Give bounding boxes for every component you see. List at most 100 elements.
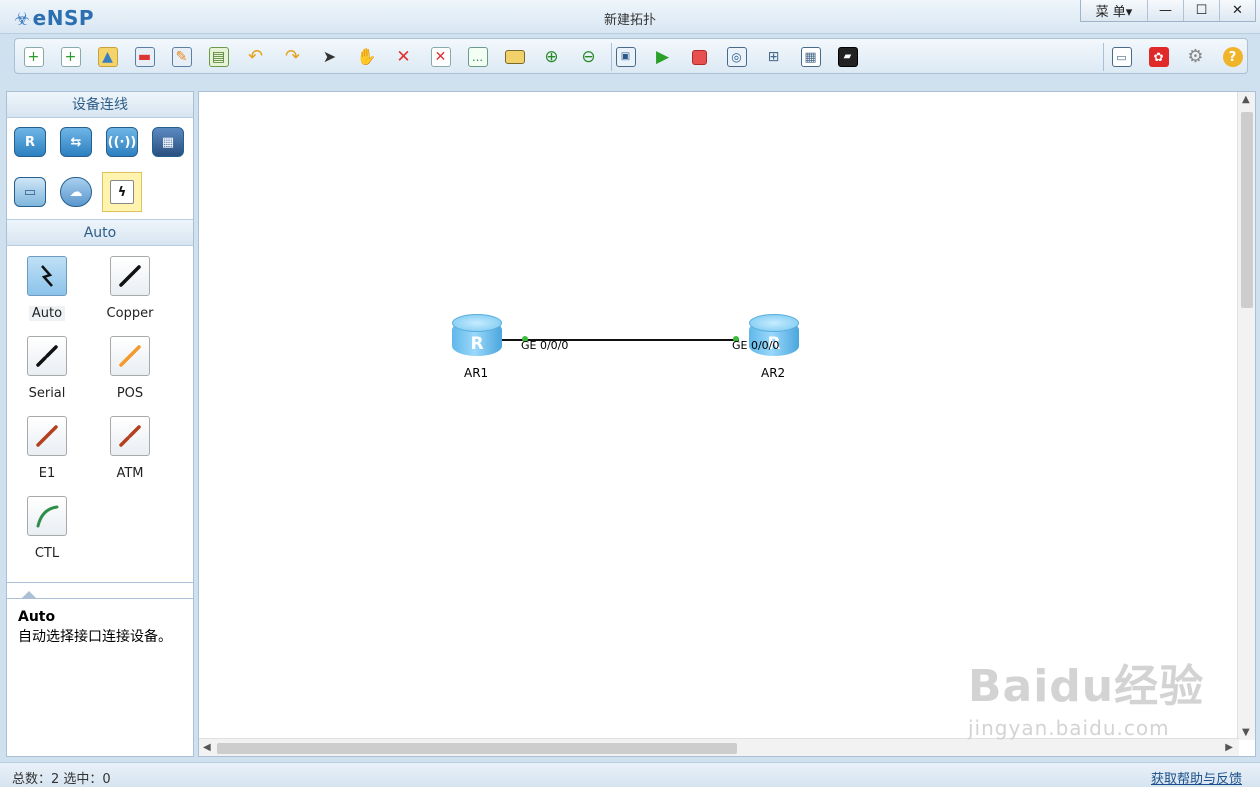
router-icon: R <box>14 127 46 157</box>
toolbar-button-cli[interactable]: ▰ <box>829 42 866 72</box>
toolbar-button-new-topology[interactable]: + <box>15 42 52 72</box>
print-icon: ▤ <box>208 47 229 67</box>
cable-label-atm: ATM <box>116 466 144 481</box>
toolbar-button-zoom-out[interactable]: ⊖ <box>570 42 607 72</box>
title-bar: ☣ eNSP 新建拓扑 菜 单▾ — ☐ ✕ <box>0 0 1260 34</box>
huawei-icon: ✿ <box>1148 47 1169 67</box>
cable-box-atm <box>110 416 150 456</box>
connection-icon: ϟ <box>110 180 134 204</box>
toolbar-button-huawei[interactable]: ✿ <box>1140 42 1177 72</box>
cable-atm[interactable]: ATM <box>90 416 170 481</box>
device-wlan[interactable]: ((·)) <box>102 122 142 162</box>
main-toolbar: + + ▲ ▬ ✎ ▤ ↶ ↷ ➤ ✋ ✕ ✕ … ⊕ ⊖ ▣ ▶ ◎ ⊞ ▦ … <box>14 38 1248 74</box>
device-firewall[interactable]: ▦ <box>148 122 188 162</box>
pan-hand-icon: ✋ <box>356 47 377 66</box>
cable-ctl[interactable]: CTL <box>7 496 87 561</box>
toolbar-button-stop-device[interactable] <box>681 42 718 72</box>
toolbar-button-chat[interactable]: ▭ <box>1103 42 1140 72</box>
horizontal-scrollbar[interactable]: ◀ ▶ <box>199 738 1239 756</box>
toolbar-button-select[interactable]: ➤ <box>311 42 348 72</box>
cable-label-ctl: CTL <box>34 546 60 561</box>
copper-cable-icon <box>119 265 141 287</box>
scroll-down-icon[interactable]: ▼ <box>1242 727 1250 738</box>
new-example-icon: + <box>60 47 81 67</box>
horizontal-scroll-thumb[interactable] <box>217 743 737 754</box>
scroll-left-icon[interactable]: ◀ <box>203 742 211 753</box>
wlan-icon: ((·)) <box>106 127 138 157</box>
redo-icon: ↷ <box>284 46 301 67</box>
router-ar2[interactable]: R <box>749 314 799 360</box>
cable-copper[interactable]: Copper <box>90 256 170 321</box>
watermark: Baidu经验 jingyan.baidu.com <box>968 650 1204 740</box>
topology-icon: ⊞ <box>767 49 780 65</box>
zoom-in-icon: ⊕ <box>544 46 559 67</box>
device-router[interactable]: R <box>10 122 50 162</box>
toolbar-button-undo[interactable]: ↶ <box>237 42 274 72</box>
device-switch[interactable]: ⇆ <box>56 122 96 162</box>
toolbar-button-open[interactable]: ▲ <box>89 42 126 72</box>
toolbar-button-start-device[interactable]: ▶ <box>644 42 681 72</box>
save-as-icon: ✎ <box>171 47 192 67</box>
text-note-icon: … <box>467 47 488 67</box>
help-feedback-link[interactable]: 获取帮助与反馈 <box>1151 768 1242 787</box>
cable-e1[interactable]: E1 <box>7 416 87 481</box>
toolbar-button-delete-links[interactable]: ✕ <box>422 42 459 72</box>
status-counts: 总数：2 选中：0 <box>12 772 111 787</box>
device-grid: R ⇆ ((·)) ▦ ▭ ☁ ϟ <box>7 118 193 220</box>
toolbar-button-grid[interactable]: ▦ <box>792 42 829 72</box>
vertical-scroll-thumb[interactable] <box>1241 112 1253 308</box>
cable-label-auto: Auto <box>28 306 66 321</box>
cable-box-pos <box>110 336 150 376</box>
toolbar-button-new-example[interactable]: + <box>52 42 89 72</box>
scroll-up-icon[interactable]: ▲ <box>1242 94 1250 105</box>
menu-button[interactable]: 菜 单▾ <box>1081 0 1147 21</box>
cable-box-auto <box>27 256 67 296</box>
toolbar-button-rectangle[interactable] <box>496 42 533 72</box>
window-title: 新建拓扑 <box>603 13 656 28</box>
e1-cable-icon <box>36 425 58 447</box>
toolbar-button-settings[interactable]: ⚙ <box>1177 42 1214 72</box>
toolbar-button-capture[interactable]: ◎ <box>718 42 755 72</box>
fit-window-icon: ▣ <box>615 47 636 67</box>
cable-label-e1: E1 <box>38 466 56 481</box>
cable-auto[interactable]: Auto <box>7 256 87 321</box>
cable-label-copper: Copper <box>106 306 154 321</box>
device-cloud[interactable]: ☁ <box>56 172 96 212</box>
toolbar-button-save-as[interactable]: ✎ <box>163 42 200 72</box>
description-title: Auto <box>18 609 56 625</box>
toolbar-button-pan[interactable]: ✋ <box>348 42 385 72</box>
atm-cable-icon <box>119 425 141 447</box>
cable-section-header: Auto <box>7 220 193 246</box>
device-connection[interactable]: ϟ <box>102 172 142 212</box>
rectangle-icon <box>504 50 525 64</box>
toolbar-button-delete[interactable]: ✕ <box>385 42 422 72</box>
cable-pos[interactable]: POS <box>90 336 170 401</box>
select-icon: ➤ <box>322 47 337 66</box>
open-icon: ▲ <box>97 47 118 67</box>
close-button[interactable]: ✕ <box>1219 0 1255 21</box>
node-label-ar1: AR1 <box>464 366 489 380</box>
toolbar-button-text-note[interactable]: … <box>459 42 496 72</box>
router-ar1[interactable]: R <box>452 314 502 360</box>
cable-label-serial: Serial <box>28 386 66 401</box>
grid-icon: ▦ <box>800 47 821 67</box>
watermark-brand: Baidu经验 <box>968 661 1205 712</box>
toolbar-button-help[interactable]: ? <box>1214 42 1251 72</box>
maximize-button[interactable]: ☐ <box>1183 0 1219 21</box>
cable-serial[interactable]: Serial <box>7 336 87 401</box>
toolbar-button-topology[interactable]: ⊞ <box>755 42 792 72</box>
cloud-icon: ☁ <box>60 177 92 207</box>
toolbar-left-group: + + ▲ ▬ ✎ ▤ ↶ ↷ ➤ ✋ ✕ ✕ … ⊕ ⊖ <box>15 42 607 72</box>
scroll-right-icon[interactable]: ▶ <box>1225 742 1233 753</box>
settings-icon: ⚙ <box>1187 46 1204 67</box>
toolbar-button-save[interactable]: ▬ <box>126 42 163 72</box>
device-pc[interactable]: ▭ <box>10 172 50 212</box>
minimize-button[interactable]: — <box>1147 0 1183 21</box>
toolbar-button-print[interactable]: ▤ <box>200 42 237 72</box>
watermark-url: jingyan.baidu.com <box>968 716 1170 740</box>
vertical-scrollbar[interactable]: ▲ ▼ <box>1237 92 1255 740</box>
toolbar-button-redo[interactable]: ↷ <box>274 42 311 72</box>
toolbar-button-zoom-in[interactable]: ⊕ <box>533 42 570 72</box>
undo-icon: ↶ <box>247 46 264 67</box>
toolbar-button-fit-window[interactable]: ▣ <box>607 42 644 72</box>
